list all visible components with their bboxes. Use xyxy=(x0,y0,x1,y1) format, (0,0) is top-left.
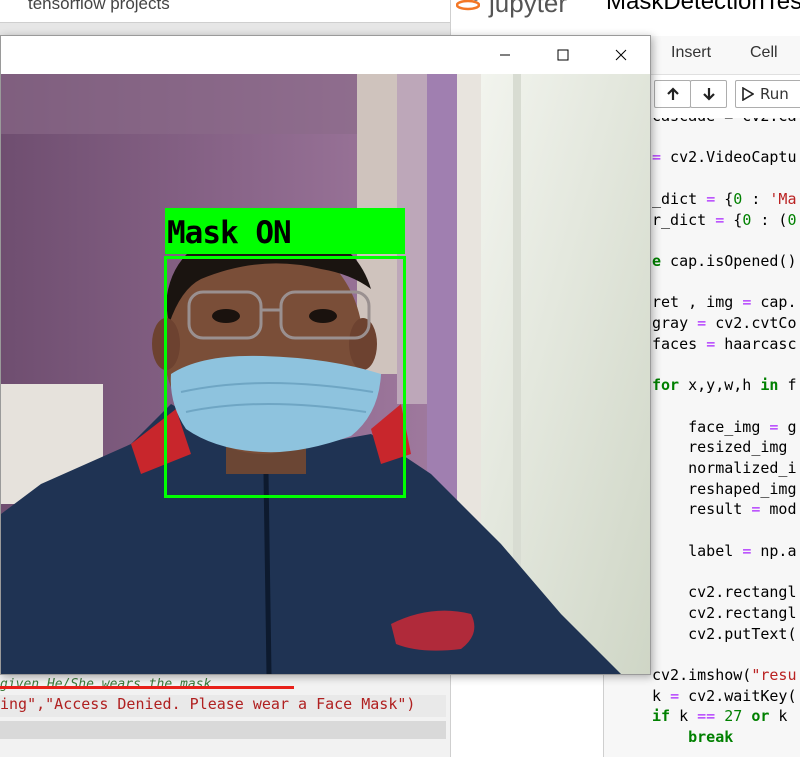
background-comment-line: given He/She wears the mask xyxy=(0,677,212,692)
menu-cell[interactable]: Cell xyxy=(750,44,778,62)
minimize-button[interactable] xyxy=(476,36,534,74)
jupyter-header: jupyter MaskDetectionTest xyxy=(451,0,800,33)
opencv-result-window: Mask ON xyxy=(0,35,651,675)
arrow-down-icon xyxy=(702,88,715,101)
background-editor-bottom: given He/She wears the mask ing","Access… xyxy=(0,675,450,757)
maximize-button[interactable] xyxy=(534,36,592,74)
window-titlebar[interactable] xyxy=(1,36,650,74)
detection-label: Mask ON xyxy=(167,215,292,251)
close-icon xyxy=(615,49,627,61)
move-cell-up-button[interactable] xyxy=(654,80,691,108)
run-button-label: Run xyxy=(760,85,789,103)
arrow-up-icon xyxy=(666,87,679,100)
notebook-title[interactable]: MaskDetectionTest xyxy=(606,0,800,16)
play-icon xyxy=(742,87,754,101)
background-code-line: ing","Access Denied. Please wear a Face … xyxy=(0,695,446,717)
background-search-text: tensorflow projects xyxy=(28,0,170,13)
jupyter-brand-text: jupyter xyxy=(489,0,568,18)
close-button[interactable] xyxy=(592,36,650,74)
menu-insert[interactable]: Insert xyxy=(671,44,711,62)
face-detection-box xyxy=(164,256,406,498)
background-search-bar[interactable]: tensorflow projects xyxy=(0,0,450,23)
background-horizontal-scrollbar[interactable] xyxy=(0,721,446,739)
minimize-icon xyxy=(500,54,510,56)
run-button[interactable]: Run xyxy=(735,80,800,108)
maximize-icon xyxy=(557,49,569,61)
background-red-underline xyxy=(0,686,294,689)
code-cell-source: cascade = cv2.Ca = cv2.VideoCaptu _dict … xyxy=(652,118,797,747)
jupyter-logo-icon xyxy=(456,0,480,11)
move-cell-down-button[interactable] xyxy=(690,80,727,108)
webcam-frame: Mask ON xyxy=(1,74,650,674)
